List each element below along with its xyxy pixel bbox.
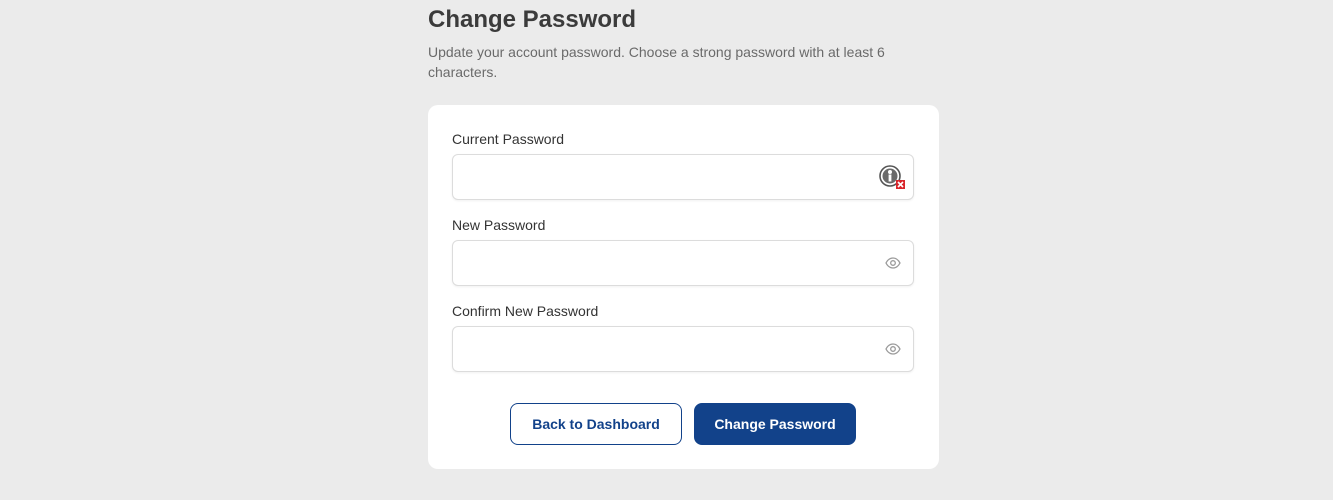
page-title: Change Password (428, 6, 637, 33)
change-password-page: Change Password Update your account pass… (428, 0, 939, 469)
current-password-label: Current Password (452, 131, 565, 147)
confirm-password-input[interactable] (453, 327, 913, 371)
form-actions: Back to Dashboard Change Password (510, 403, 856, 445)
eye-icon[interactable] (885, 255, 901, 271)
back-to-dashboard-button[interactable]: Back to Dashboard (510, 403, 682, 445)
password-manager-icon[interactable] (879, 165, 905, 191)
change-password-button[interactable]: Change Password (694, 403, 856, 445)
eye-icon[interactable] (885, 341, 901, 357)
page-description: Update your account password. Choose a s… (428, 44, 885, 80)
confirm-password-field (452, 326, 914, 372)
current-password-field (452, 154, 914, 200)
current-password-input[interactable] (453, 155, 913, 199)
current-password-group: Current Password (452, 131, 914, 200)
confirm-password-group: Confirm New Password (452, 303, 914, 372)
confirm-password-label: Confirm New Password (452, 303, 599, 319)
password-form-card: Current Password New Password Confirm Ne… (428, 105, 939, 469)
new-password-field (452, 240, 914, 286)
new-password-label: New Password (452, 217, 546, 233)
new-password-group: New Password (452, 217, 914, 286)
new-password-input[interactable] (453, 241, 913, 285)
